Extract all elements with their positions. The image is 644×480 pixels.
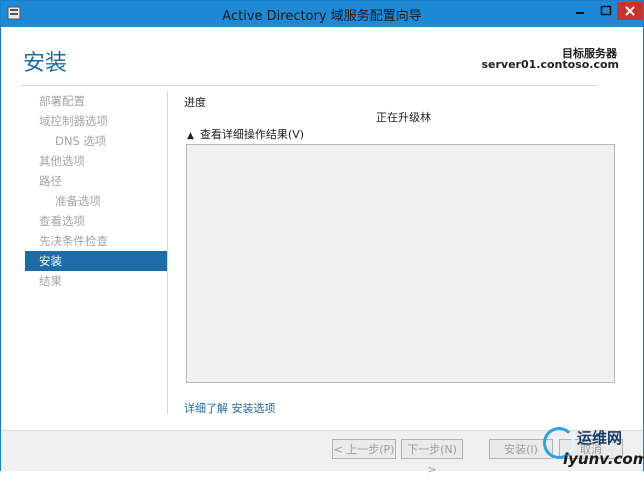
nav-item-preparation-options: 准备选项 [55,194,101,208]
nav-item-installation[interactable]: 安装 [25,251,167,271]
maximize-button[interactable] [593,2,619,20]
learn-more-link[interactable]: 详细了解 安装选项 [184,400,276,416]
wizard-nav: 部署配置 域控制器选项 DNS 选项 其他选项 路径 准备选项 查看选项 先决条… [25,91,167,291]
watermark-logo: 运维网 iyunv.com [541,425,644,471]
window-title: Active Directory 域服务配置向导 [222,9,422,24]
nav-item-additional-options: 其他选项 [39,154,85,168]
wizard-window: Active Directory 域服务配置向导 安装 目标服务器 server… [0,0,644,476]
progress-label: 进度 [184,96,206,109]
close-icon [625,6,635,16]
nav-divider [167,91,168,414]
progress-status: 正在升级林 [376,111,431,124]
details-toggle-label: 查看详细操作结果(V) [199,128,305,141]
details-toggle[interactable]: ▲ 查看详细操作结果(V) [187,126,304,142]
close-button[interactable] [617,2,643,20]
nav-item-results: 结果 [39,274,62,288]
nav-item-dc-options: 域控制器选项 [39,114,108,128]
watermark-text-url: iyunv.com [563,450,644,468]
nav-item-dns-options: DNS 选项 [55,134,107,148]
minimize-icon [576,12,584,14]
previous-button[interactable]: < 上一步(P) [332,439,396,459]
watermark-text-cn: 运维网 [577,429,623,447]
nav-item-deployment-config: 部署配置 [39,94,85,108]
next-button[interactable]: 下一步(N) > [401,439,463,476]
details-results-box[interactable] [186,144,615,383]
chevron-up-icon: ▲ [187,131,194,141]
maximize-icon [600,5,612,16]
page-title: 安装 [23,51,68,76]
nav-item-review-options: 查看选项 [39,214,85,228]
minimize-button[interactable] [567,2,593,20]
nav-item-paths: 路径 [39,174,62,188]
title-bar[interactable]: Active Directory 域服务配置向导 [1,1,643,27]
nav-item-prerequisites-check: 先决条件检查 [39,234,108,248]
target-server-name: server01.contoso.com [481,58,619,71]
header-divider [21,85,597,86]
